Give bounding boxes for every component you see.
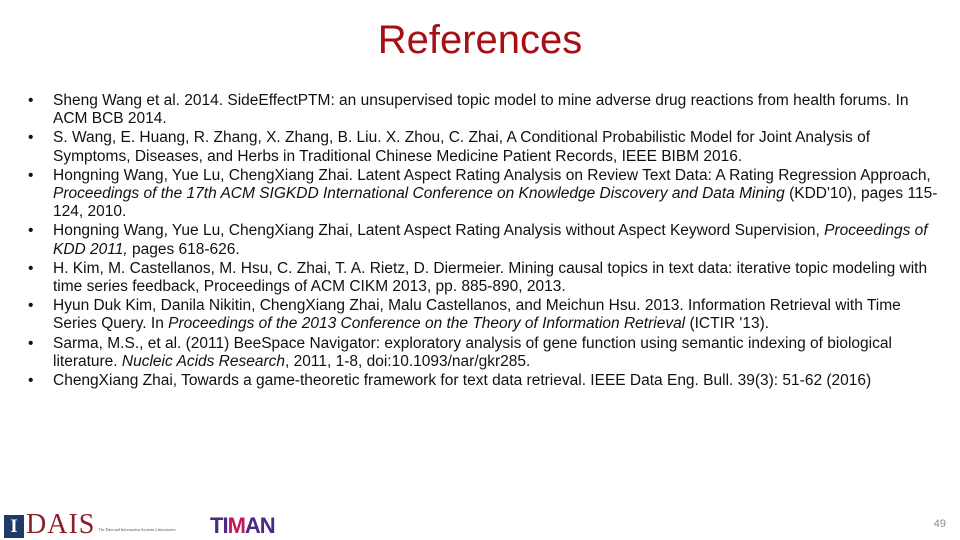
- reference-item: • Hyun Duk Kim, Danila Nikitin, ChengXian…: [28, 297, 943, 333]
- reference-text: Hyun Duk Kim, Danila Nikitin, ChengXiang…: [53, 297, 901, 332]
- timan-logo-part1: TI: [210, 513, 229, 538]
- reference-segment: S. Wang, E. Huang, R. Zhang, X. Zhang, B…: [53, 129, 871, 165]
- reference-list: • Sheng Wang et al. 2014. SideEffectPTM: …: [28, 92, 943, 391]
- timan-logo-part3: AN: [244, 513, 276, 538]
- bullet-icon: •: [28, 92, 34, 109]
- reference-item: • Hongning Wang, Yue Lu, ChengXiang Zhai.…: [28, 167, 943, 222]
- bullet-icon: •: [28, 259, 34, 277]
- dais-logo-text: DAIS: [26, 509, 96, 540]
- reference-text: H. Kim, M. Castellanos, M. Hsu, C. Zhai,…: [53, 260, 927, 295]
- dais-logo-subtitle: The Data and Information Systems Laborat…: [98, 527, 176, 532]
- reference-text: Hongning Wang, Yue Lu, ChengXiang Zhai, …: [53, 222, 928, 257]
- reference-segment: ChengXiang Zhai, Towards a game-theoreti…: [53, 372, 872, 390]
- reference-text: S. Wang, E. Huang, R. Zhang, X. Zhang, B…: [53, 129, 870, 164]
- bullet-icon: •: [28, 129, 34, 147]
- reference-venue: Proceedings of the 2013 Conference on th…: [168, 315, 686, 333]
- bullet-icon: •: [28, 222, 34, 240]
- reference-segment: H. Kim, M. Castellanos, M. Hsu, C. Zhai,…: [53, 259, 928, 296]
- bullet-icon: •: [28, 334, 34, 352]
- reference-venue: Nucleic Acids Research: [121, 352, 286, 370]
- reference-item: • H. Kim, M. Castellanos, M. Hsu, C. Zhai…: [28, 260, 943, 296]
- reference-item: • Sarma, M.S., et al. (2011) BeeSpace Nav…: [28, 335, 943, 371]
- reference-item: • ChengXiang Zhai, Towards a game-theoret…: [28, 372, 943, 390]
- timan-logo: TIMAN: [210, 513, 276, 538]
- reference-segment: , 2011, 1-8, doi:10.1093/nar/gkr285.: [285, 352, 531, 370]
- reference-item: • Hongning Wang, Yue Lu, ChengXiang Zhai,…: [28, 222, 943, 258]
- illinois-logo: I: [4, 515, 24, 538]
- reference-segment: pages 618-626.: [127, 240, 240, 258]
- reference-segment: (ICTIR '13).: [685, 315, 770, 333]
- page-number: 49: [933, 518, 946, 530]
- timan-logo-part2: M: [227, 513, 246, 538]
- reference-text: ChengXiang Zhai, Towards a game-theoreti…: [53, 372, 871, 389]
- reference-segment: Hongning Wang, Yue Lu, ChengXiang Zhai, …: [53, 222, 825, 240]
- dais-logo: DAIS The Data and Information Systems La…: [26, 509, 183, 540]
- reference-item: • Sheng Wang et al. 2014. SideEffectPTM: …: [28, 92, 943, 128]
- reference-venue: Proceedings of the 17th ACM SIGKDD Inter…: [53, 185, 785, 203]
- reference-item: • S. Wang, E. Huang, R. Zhang, X. Zhang, …: [28, 129, 943, 165]
- reference-text: Sheng Wang et al. 2014. SideEffectPTM: a…: [53, 92, 909, 127]
- reference-segment: Hongning Wang, Yue Lu, ChengXiang Zhai. …: [53, 166, 931, 184]
- bullet-icon: •: [28, 297, 34, 315]
- reference-segment: Sheng Wang et al. 2014. SideEffectPTM: a…: [53, 92, 909, 128]
- reference-text: Sarma, M.S., et al. (2011) BeeSpace Navi…: [53, 335, 892, 370]
- reference-text: Hongning Wang, Yue Lu, ChengXiang Zhai. …: [53, 167, 937, 220]
- slide-title: References: [377, 18, 583, 62]
- bullet-icon: •: [28, 372, 34, 390]
- bullet-icon: •: [28, 166, 34, 184]
